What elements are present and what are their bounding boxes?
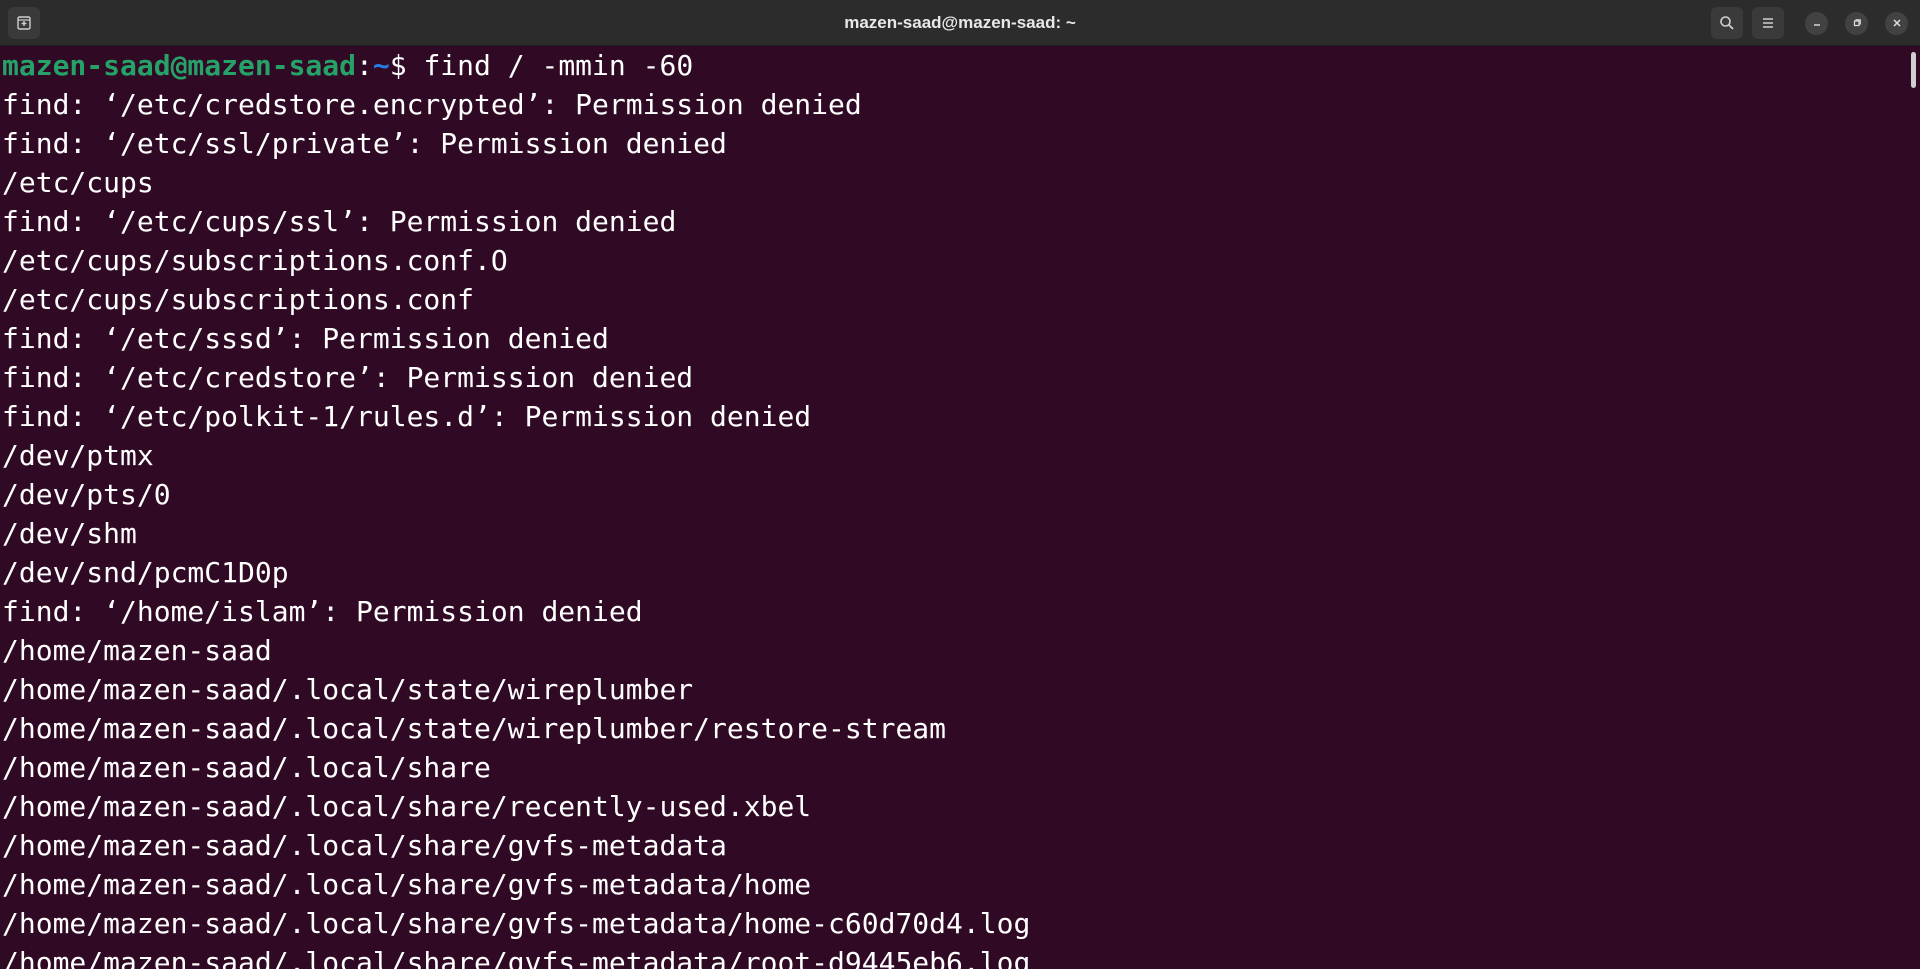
output-line: find: ‘/etc/credstore.encrypted’: Permis… (2, 88, 862, 121)
output-line: /home/mazen-saad/.local/share/gvfs-metad… (2, 907, 1031, 940)
output-line: /home/mazen-saad/.local/state/wireplumbe… (2, 673, 694, 706)
output-line: find: ‘/etc/credstore’: Permission denie… (2, 361, 694, 394)
minimize-icon (1812, 15, 1822, 33)
title-bar[interactable]: mazen-saad@mazen-saad: ~ (0, 0, 1920, 46)
terminal-output[interactable]: mazen-saad@mazen-saad:~$ find / -mmin -6… (0, 46, 1910, 969)
output-line: /home/mazen-saad/.local/share/gvfs-metad… (2, 829, 727, 862)
output-line: /etc/cups/subscriptions.conf (2, 283, 475, 316)
output-line: /home/mazen-saad/.local/state/wireplumbe… (2, 712, 947, 745)
minimize-button[interactable] (1805, 12, 1828, 35)
output-line: /dev/snd/pcmC1D0p (2, 556, 289, 589)
menu-button[interactable] (1752, 7, 1784, 39)
close-icon (1892, 15, 1902, 33)
output-line: /dev/ptmx (2, 439, 154, 472)
output-line: /home/mazen-saad/.local/share/gvfs-metad… (2, 868, 812, 901)
search-button[interactable] (1711, 7, 1743, 39)
output-line: /home/mazen-saad/.local/share/gvfs-metad… (2, 946, 1031, 969)
output-line: /dev/shm (2, 517, 137, 550)
search-icon (1719, 15, 1735, 31)
output-line: /dev/pts/0 (2, 478, 171, 511)
prompt-command: find / -mmin -60 (423, 49, 694, 82)
prompt-path: ~ (372, 49, 390, 82)
output-line: find: ‘/etc/ssl/private’: Permission den… (2, 127, 727, 160)
terminal-window: mazen-saad@mazen-saad: ~ mazen-saad@maze… (0, 0, 1920, 969)
output-line: find: ‘/home/islam’: Permission denied (2, 595, 643, 628)
prompt-symbol: $ (389, 49, 424, 82)
scrollbar-thumb[interactable] (1911, 52, 1916, 88)
maximize-icon (1852, 15, 1862, 33)
output-line: /etc/cups (2, 166, 154, 199)
prompt-line: mazen-saad@mazen-saad:~$ find / -mmin -6… (2, 46, 1910, 85)
hamburger-menu-icon (1760, 15, 1776, 31)
output-line: /home/mazen-saad/.local/share (2, 751, 491, 784)
output-line: find: ‘/etc/sssd’: Permission denied (2, 322, 609, 355)
output-line: /home/mazen-saad/.local/share/recently-u… (2, 790, 812, 823)
prompt-separator: : (356, 49, 373, 82)
output-line: find: ‘/etc/polkit-1/rules.d’: Permissio… (2, 400, 812, 433)
prompt-user-host: mazen-saad@mazen-saad (2, 49, 357, 82)
close-button[interactable] (1885, 12, 1908, 35)
output-line: /etc/cups/subscriptions.conf.O (2, 244, 508, 277)
output-line: find: ‘/etc/cups/ssl’: Permission denied (2, 205, 677, 238)
output-line: /home/mazen-saad (2, 634, 272, 667)
output-lines: find: ‘/etc/credstore.encrypted’: Permis… (2, 85, 1910, 969)
maximize-button[interactable] (1845, 12, 1868, 35)
window-title: mazen-saad@mazen-saad: ~ (844, 13, 1076, 32)
